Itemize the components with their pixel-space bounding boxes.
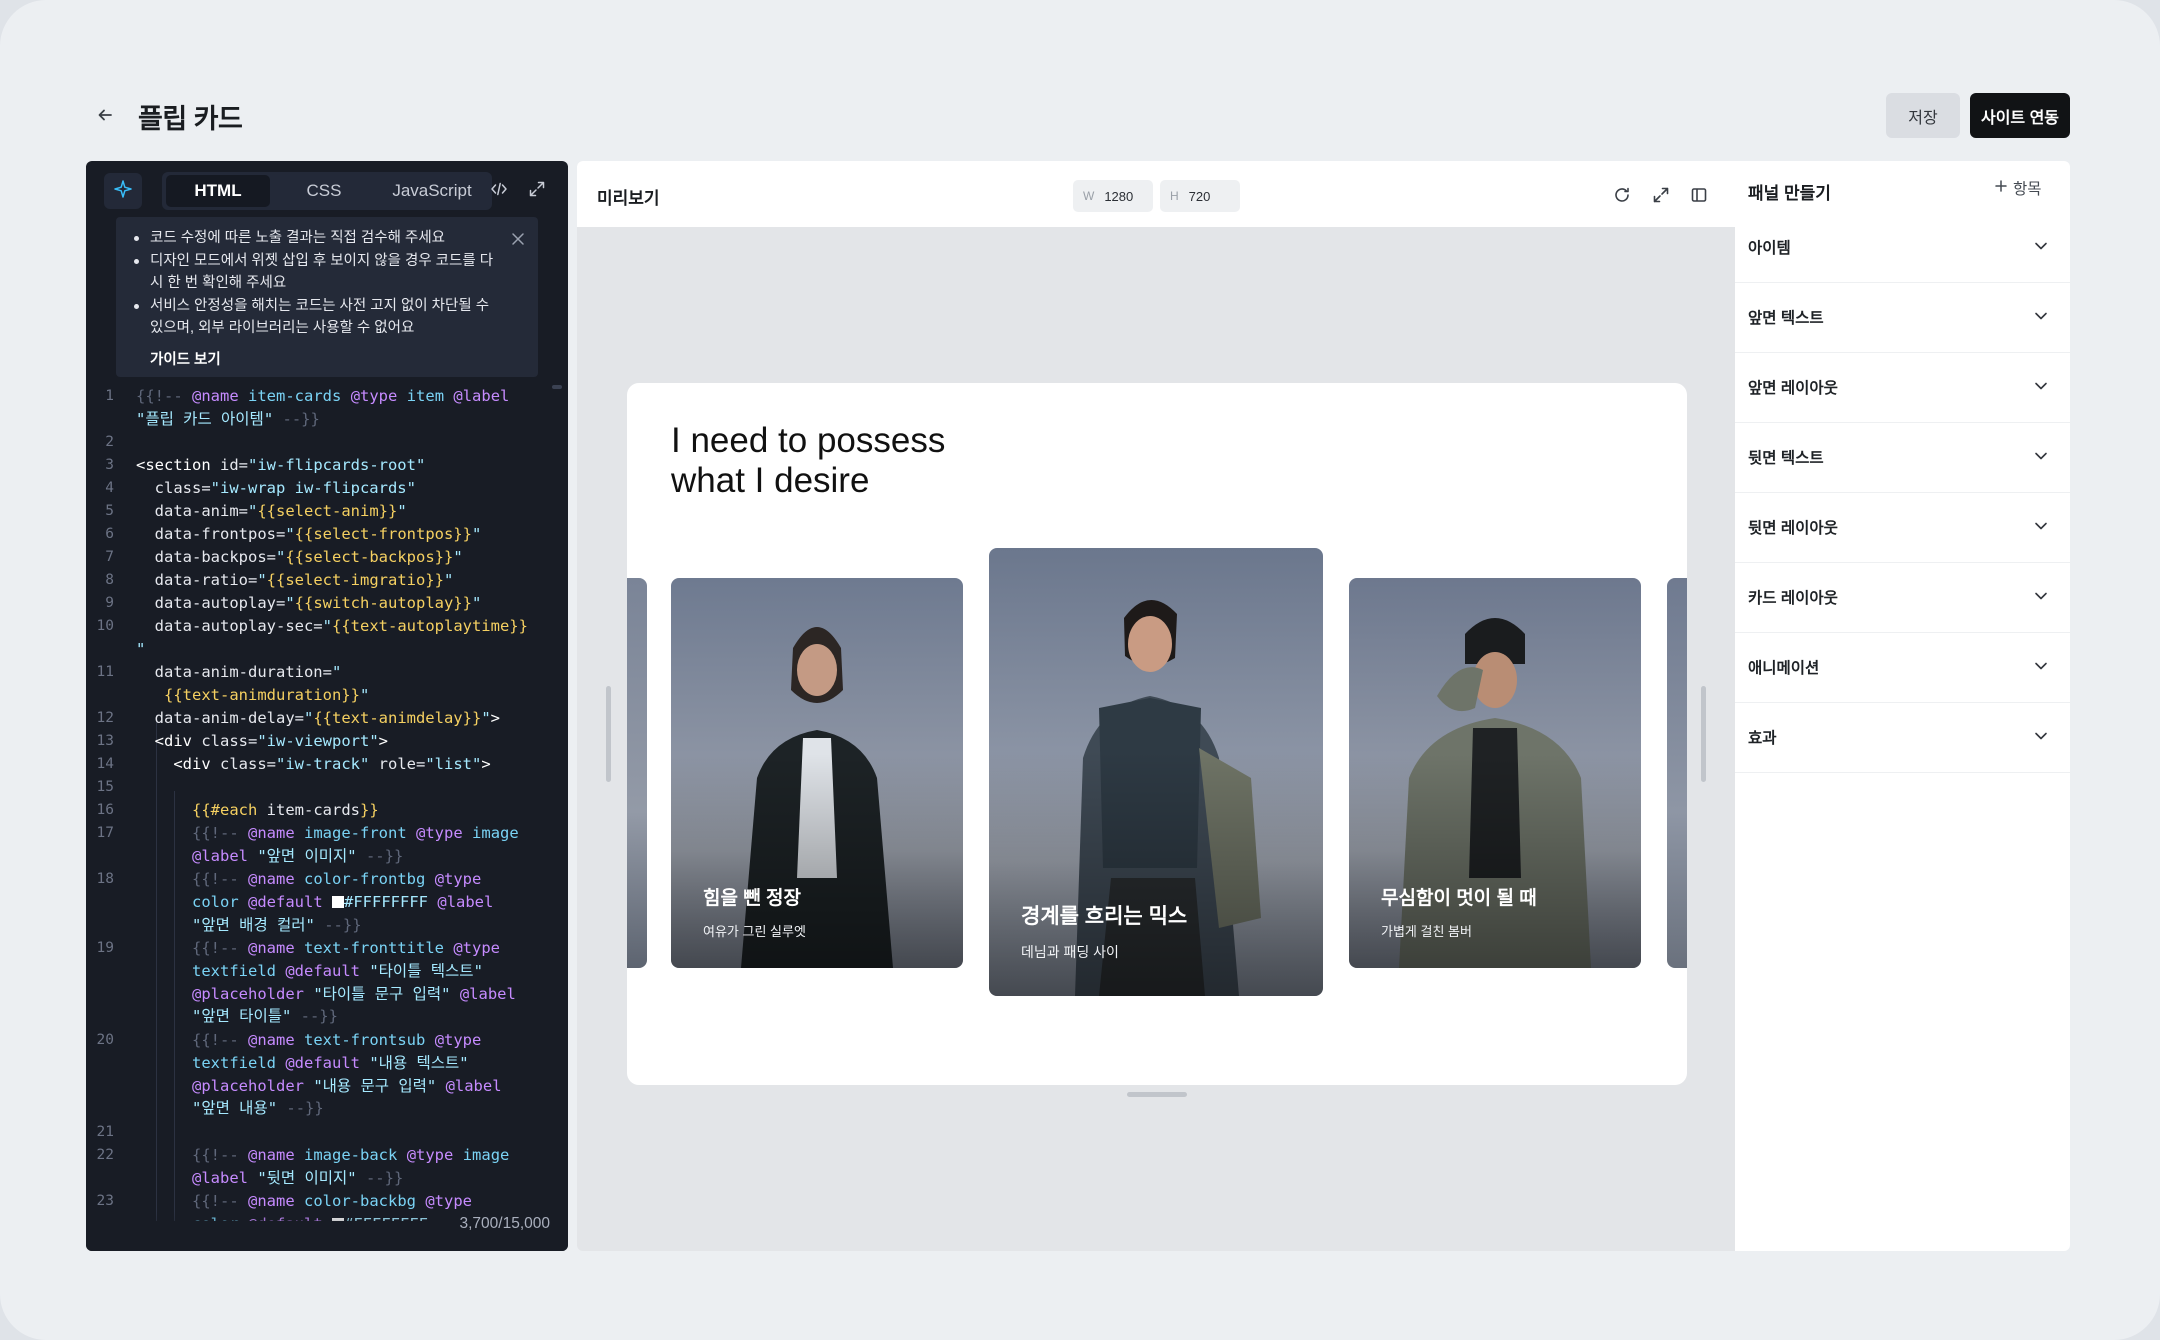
accordion-item[interactable]: 카드 레이아웃 (1735, 563, 2070, 633)
accordion-item[interactable]: 애니메이션 (1735, 633, 2070, 703)
flip-card-featured[interactable]: 경계를 흐리는 믹스 데님과 패딩 사이 (989, 548, 1323, 996)
chevron-down-icon (2035, 452, 2047, 460)
ai-assist-button[interactable] (104, 173, 142, 209)
notice-item: 디자인 모드에서 위젯 삽입 후 보이지 않을 경우 코드를 다시 한 번 확인… (132, 250, 502, 294)
card-title: 경계를 흐리는 믹스 (1021, 905, 1188, 928)
accordion-item[interactable]: 아이템 (1735, 213, 2070, 283)
height-input[interactable]: H 720 (1160, 180, 1240, 212)
chevron-down-icon (2035, 662, 2047, 670)
accordion-item[interactable]: 뒷면 텍스트 (1735, 423, 2070, 493)
panel-builder: 패널 만들기 항목 아이템 앞면 텍스트 앞면 레이아웃 뒷면 텍스트 뒷면 레… (1735, 161, 2070, 1251)
preview-toolbar: 미리보기 W 1280 H 720 (577, 161, 1735, 227)
card-partial-right[interactable] (1667, 578, 1687, 968)
accordion-item[interactable]: 뒷면 레이아웃 (1735, 493, 2070, 563)
card-subtitle: 여유가 그린 실루엣 (703, 924, 806, 939)
notice-item: 코드 수정에 따른 노출 결과는 직접 검수해 주세요 (132, 227, 502, 249)
sidebar-toggle-icon[interactable] (1687, 183, 1711, 207)
card-subtitle: 가볍게 걸친 봄버 (1381, 924, 1472, 939)
preview-canvas: I need to possess what I desire 힘을 뺀 정장 … (627, 383, 1687, 1085)
flip-card[interactable]: 힘을 뺀 정장 여유가 그린 실루엣 (671, 578, 963, 968)
chevron-down-icon (2035, 732, 2047, 740)
tab-javascript[interactable]: JavaScript (376, 175, 488, 207)
notice-item: 서비스 안정성을 해치는 코드는 사전 고지 없이 차단될 수 있으며, 외부 … (132, 295, 502, 339)
resize-handle-right[interactable] (1701, 686, 1706, 782)
add-item-button[interactable]: 항목 (1995, 177, 2042, 199)
back-arrow-icon[interactable] (90, 100, 120, 130)
hero-title: I need to possess what I desire (671, 421, 946, 500)
close-icon[interactable] (508, 229, 528, 249)
chevron-down-icon (2035, 592, 2047, 600)
save-button[interactable]: 저장 (1886, 93, 1960, 138)
editor-notice-box: 코드 수정에 따른 노출 결과는 직접 검수해 주세요 디자인 모드에서 위젯 … (116, 217, 538, 377)
accordion-item[interactable]: 앞면 레이아웃 (1735, 353, 2070, 423)
card-partial-left[interactable] (627, 578, 647, 968)
chevron-down-icon (2035, 242, 2047, 250)
panel-builder-title: 패널 만들기 (1748, 184, 1831, 203)
chevron-down-icon (2035, 382, 2047, 390)
card-subtitle: 데님과 패딩 사이 (1021, 944, 1119, 960)
code-editor[interactable]: 1 {{!-- @name item-cards @type item @lab… (86, 385, 568, 1221)
guide-link[interactable]: 가이드 보기 (150, 348, 221, 369)
page-title: 플립 카드 (138, 104, 243, 134)
code-view-icon[interactable] (486, 176, 512, 202)
resize-handle-left[interactable] (606, 686, 611, 782)
width-input[interactable]: W 1280 (1073, 180, 1153, 212)
code-toolbar: HTML CSS JavaScript (86, 161, 568, 217)
preview-panel: 미리보기 W 1280 H 720 I need to possess what… (577, 161, 1735, 1251)
code-language-tabs: HTML CSS JavaScript (162, 172, 492, 210)
tab-css[interactable]: CSS (274, 175, 374, 207)
tab-html[interactable]: HTML (166, 175, 270, 207)
notice-list: 코드 수정에 따른 노출 결과는 직접 검수해 주세요 디자인 모드에서 위젯 … (132, 227, 502, 340)
plus-icon (1995, 179, 2007, 197)
code-editor-panel: HTML CSS JavaScript 코드 수정에 따른 노출 결과는 직접 … (86, 161, 568, 1251)
accordion-item[interactable]: 효과 (1735, 703, 2070, 773)
site-sync-button[interactable]: 사이트 연동 (1970, 93, 2070, 138)
card-title: 무심함이 멋이 될 때 (1381, 888, 1537, 909)
expand-icon[interactable] (524, 176, 550, 202)
accordion-item[interactable]: 앞면 텍스트 (1735, 283, 2070, 353)
sparkle-icon (113, 179, 133, 204)
app-frame: 플립 카드 저장 사이트 연동 HTML CSS JavaScript 코드 수… (0, 0, 2160, 1340)
resize-handle-bottom[interactable] (1127, 1092, 1187, 1097)
preview-title: 미리보기 (597, 189, 660, 208)
fullscreen-icon[interactable] (1649, 183, 1673, 207)
chevron-down-icon (2035, 312, 2047, 320)
refresh-icon[interactable] (1610, 183, 1634, 207)
card-title: 힘을 뺀 정장 (703, 888, 801, 909)
character-count: 3,700/15,000 (455, 1215, 550, 1233)
flip-card[interactable]: 무심함이 멋이 될 때 가볍게 걸친 봄버 (1349, 578, 1641, 968)
chevron-down-icon (2035, 522, 2047, 530)
